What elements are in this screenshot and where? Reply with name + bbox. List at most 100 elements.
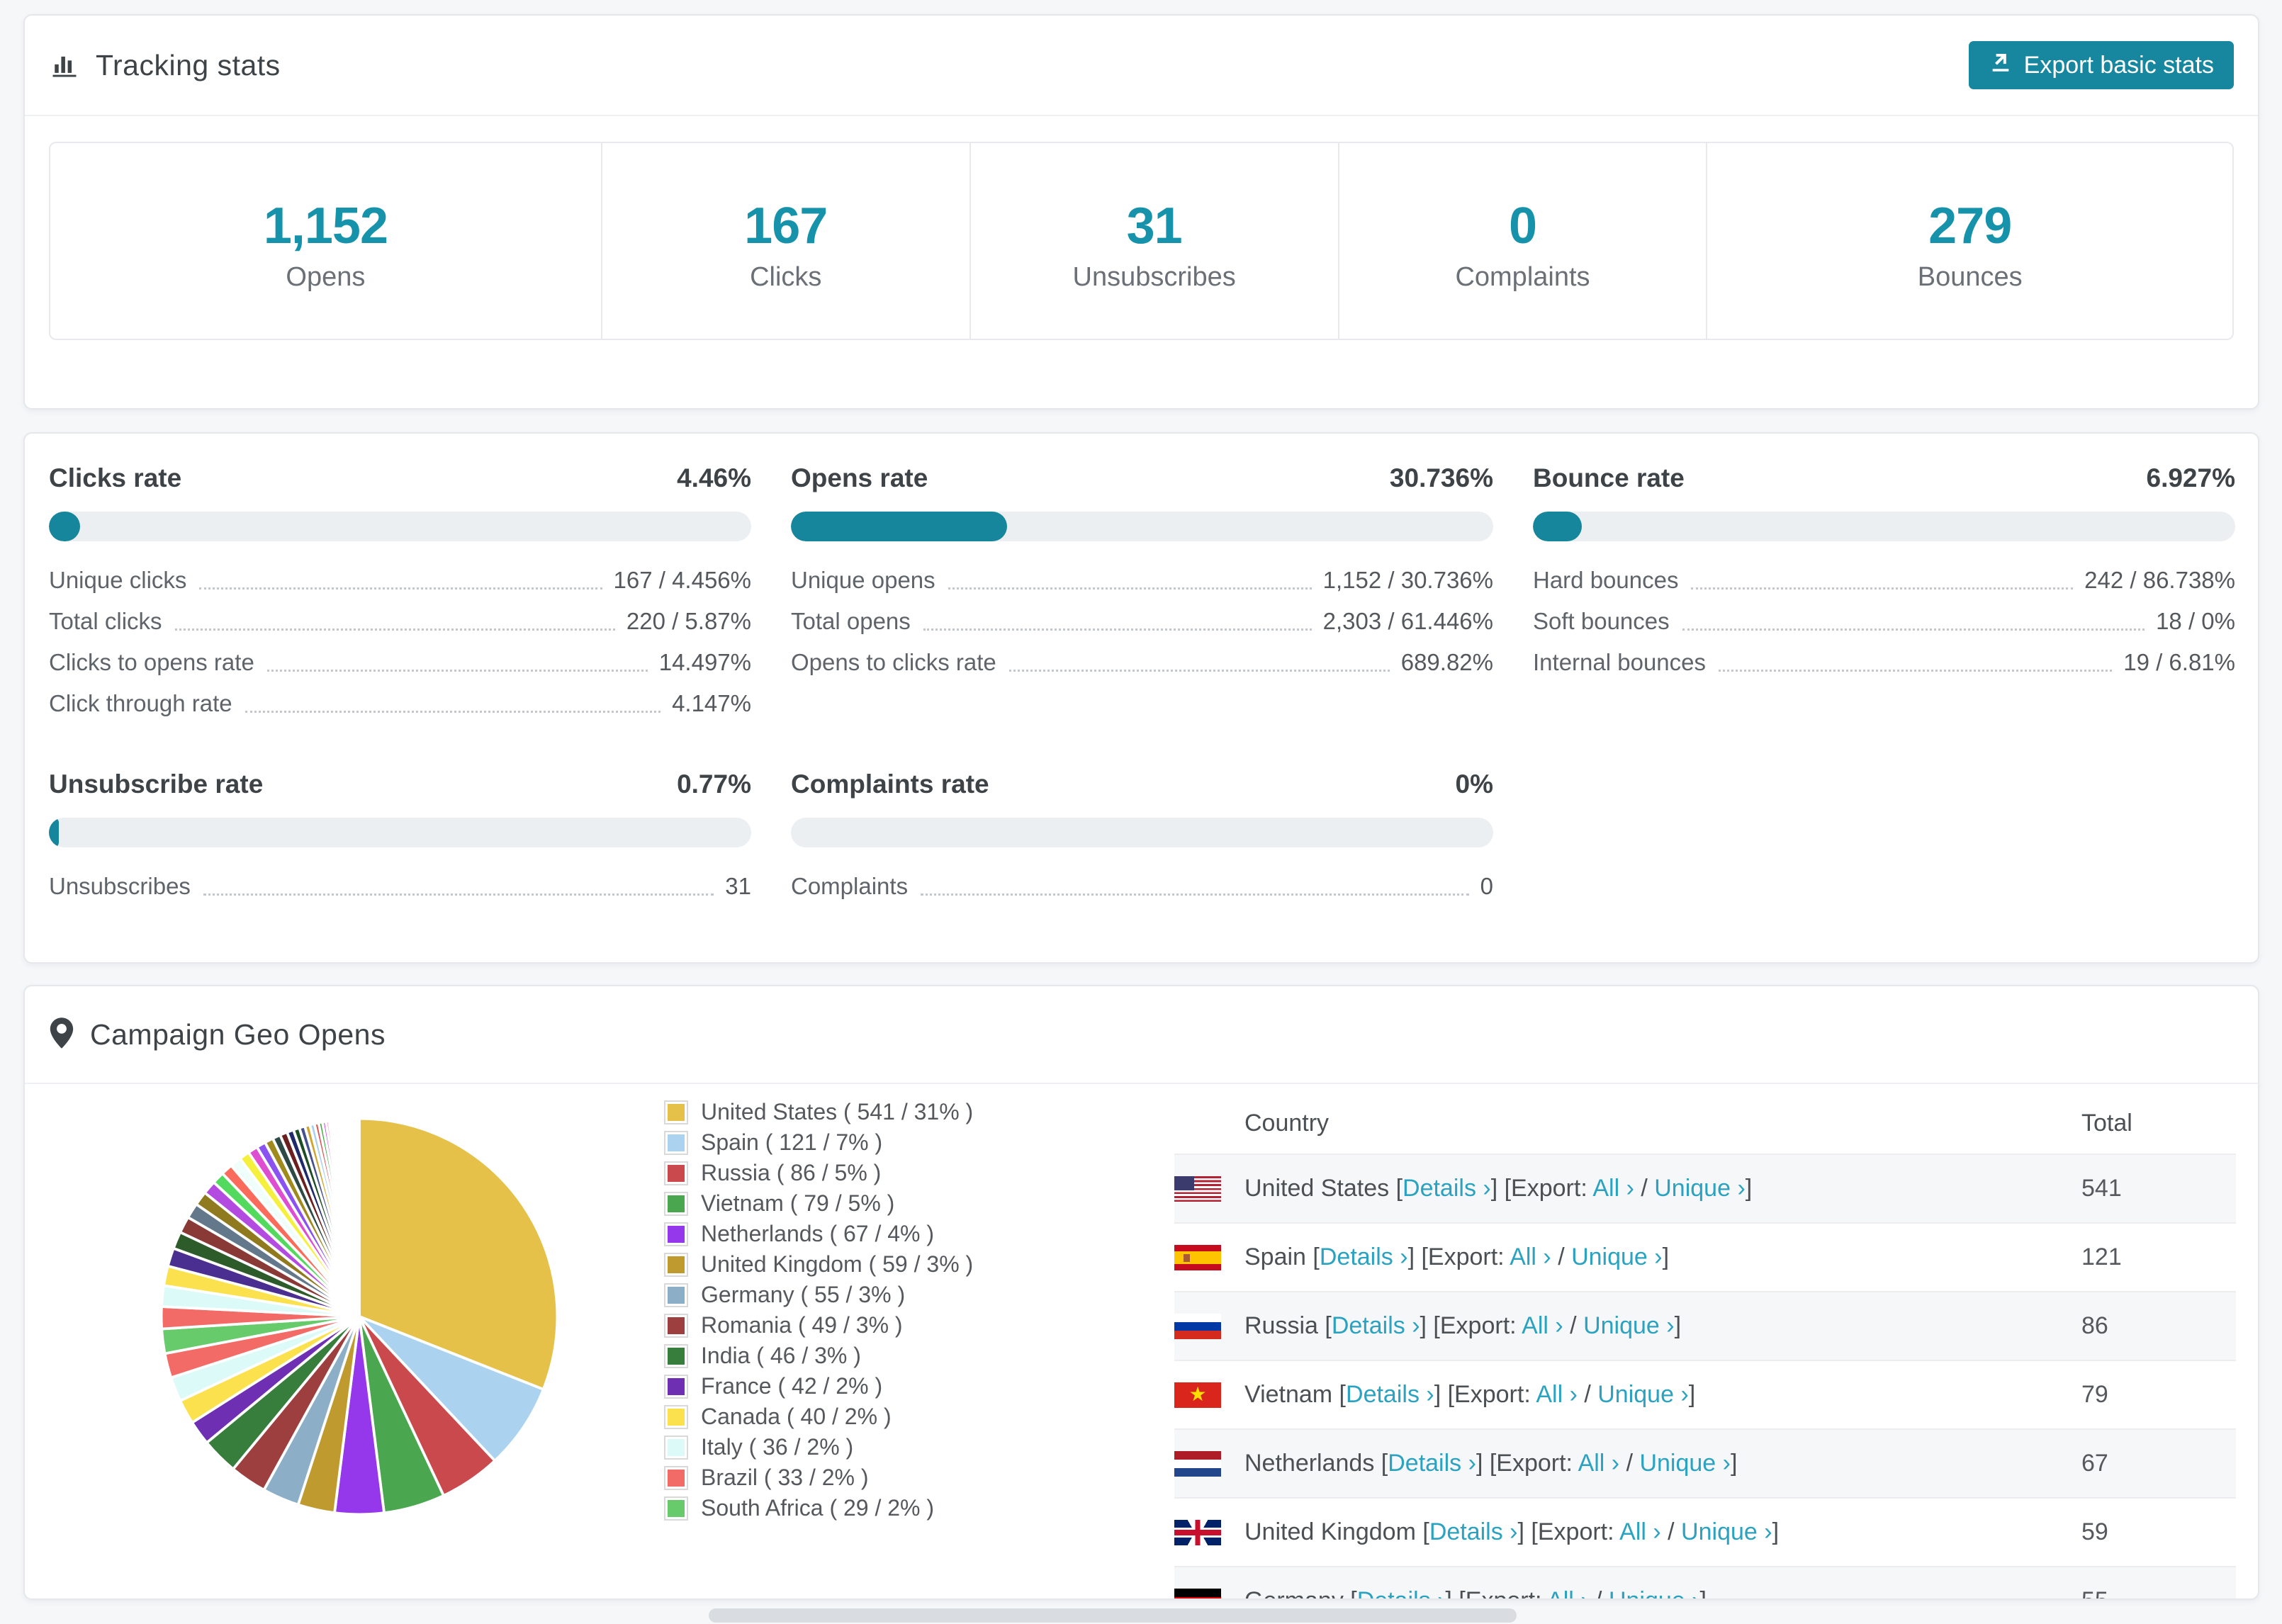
dotted-leader (203, 893, 714, 896)
legend-swatch-italy (664, 1435, 688, 1460)
export-unique-link-vietnam[interactable]: Unique › (1597, 1381, 1689, 1408)
legend-item-germany: Germany ( 55 / 3% ) (664, 1280, 973, 1310)
country-links-united-kingdom: United Kingdom [Details ›] [Export: All … (1244, 1518, 1780, 1545)
vn-flag-icon (1174, 1382, 1221, 1408)
geo-table-row-spain: Spain [Details ›] [Export: All › / Uniqu… (1174, 1222, 2236, 1291)
progress-bar-opens-rate (791, 512, 1493, 541)
geo-table-row-united-kingdom: United Kingdom [Details ›] [Export: All … (1174, 1497, 2236, 1566)
export-icon (1989, 50, 2013, 81)
legend-swatch-united-kingdom (664, 1252, 688, 1277)
geo-total-netherlands: 67 (2081, 1450, 2108, 1477)
legend-swatch-france (664, 1374, 688, 1399)
geo-total-united-states: 541 (2081, 1175, 2122, 1202)
legend-label-vietnam: Vietnam ( 79 / 5% ) (701, 1190, 895, 1216)
rate-section-opens-rate: Opens rate 30.736% Unique opens 1,152 / 30.… (791, 463, 1493, 724)
campaign-geo-opens-card: Campaign Geo Opens United States ( 541 /… (23, 985, 2259, 1600)
rate-row-soft-bounces: Soft bounces 18 / 0% (1533, 601, 2235, 642)
country-links-united-states: United States [Details ›] [Export: All ›… (1244, 1175, 1753, 1202)
geo-body: United States ( 541 / 31% ) Spain ( 121 /… (25, 1084, 2258, 1598)
rate-title-complaints-rate: Complaints rate (791, 769, 989, 799)
map-pin-icon (49, 1017, 74, 1053)
rates-grid: Clicks rate 4.46% Unique clicks 167 / 4.456… (25, 434, 2258, 907)
details-link-spain[interactable]: Details › (1320, 1244, 1408, 1270)
export-unique-link-netherlands[interactable]: Unique › (1639, 1450, 1731, 1477)
rate-section-unsubscribe-rate: Unsubscribe rate 0.77% Unsubscribes 31 (49, 769, 751, 907)
legend-swatch-germany (664, 1282, 688, 1307)
summary-value-opens: 1,152 (263, 198, 388, 254)
rate-row-value: 0 (1480, 873, 1493, 899)
export-all-link-united-kingdom[interactable]: All › (1619, 1518, 1661, 1545)
rate-row-clicks-to-opens-rate: Clicks to opens rate 14.497% (49, 642, 751, 683)
export-unique-link-spain[interactable]: Unique › (1571, 1244, 1663, 1270)
dotted-leader (244, 711, 661, 713)
legend-label-united-states: United States ( 541 / 31% ) (701, 1099, 974, 1124)
export-basic-stats-button[interactable]: Export basic stats (1968, 41, 2234, 89)
rate-rows-clicks-rate: Unique clicks 167 / 4.456% Total clicks 220… (49, 560, 751, 724)
export-all-link-germany[interactable]: All › (1547, 1587, 1589, 1598)
summary-card-opens: 1,152 Opens (50, 143, 602, 339)
rate-value-opens-rate: 30.736% (1389, 463, 1493, 492)
rate-section-complaints-rate: Complaints rate 0% Complaints 0 (791, 769, 1493, 907)
export-all-link-netherlands[interactable]: All › (1578, 1450, 1620, 1477)
bar-chart-icon (49, 48, 80, 83)
details-link-united-states[interactable]: Details › (1403, 1175, 1491, 1202)
details-link-united-kingdom[interactable]: Details › (1429, 1518, 1518, 1545)
export-all-link-russia[interactable]: All › (1522, 1312, 1563, 1339)
export-all-link-vietnam[interactable]: All › (1536, 1381, 1578, 1408)
rate-row-value: 14.497% (658, 649, 751, 675)
details-link-netherlands[interactable]: Details › (1388, 1450, 1476, 1477)
rate-title-opens-rate: Opens rate (791, 463, 928, 492)
rate-title-unsubscribe-rate: Unsubscribe rate (49, 769, 264, 799)
export-unique-link-germany[interactable]: Unique › (1609, 1587, 1700, 1598)
legend-swatch-vietnam (664, 1191, 688, 1216)
rate-row-label: Unsubscribes (49, 873, 191, 899)
legend-item-russia: Russia ( 86 / 5% ) (664, 1158, 973, 1188)
legend-item-south-africa: South Africa ( 29 / 2% ) (664, 1493, 973, 1523)
geo-country-cell-united-kingdom: United Kingdom [Details ›] [Export: All … (1174, 1518, 2081, 1546)
rate-header-clicks-rate: Clicks rate 4.46% (49, 463, 751, 493)
rate-row-label: Unique clicks (49, 567, 187, 593)
details-link-russia[interactable]: Details › (1332, 1312, 1420, 1339)
ru-flag-icon (1174, 1313, 1221, 1339)
dotted-leader (1682, 628, 2145, 631)
geo-country-cell-germany: Germany [Details ›] [Export: All › / Uni… (1174, 1587, 2081, 1598)
export-all-link-spain[interactable]: All › (1510, 1244, 1551, 1270)
country-links-vietnam: Vietnam [Details ›] [Export: All › / Uni… (1244, 1381, 1696, 1408)
progress-bar-unsubscribe-rate (49, 818, 751, 847)
progress-fill-unsubscribe-rate (49, 818, 59, 847)
rate-row-label: Total clicks (49, 608, 162, 634)
legend-swatch-canada (664, 1404, 688, 1429)
rate-row-unique-opens: Unique opens 1,152 / 30.736% (791, 560, 1493, 601)
rate-row-unsubscribes: Unsubscribes 31 (49, 866, 751, 907)
horizontal-scrollbar-thumb[interactable] (709, 1608, 1517, 1623)
details-link-vietnam[interactable]: Details › (1346, 1381, 1434, 1408)
rate-rows-bounce-rate: Hard bounces 242 / 86.738% Soft bounces 18 … (1533, 560, 2235, 683)
de-flag-icon (1174, 1588, 1221, 1598)
legend-label-russia: Russia ( 86 / 5% ) (701, 1160, 882, 1185)
rate-header-complaints-rate: Complaints rate 0% (791, 769, 1493, 799)
export-unique-link-united-states[interactable]: Unique › (1654, 1175, 1746, 1202)
geo-pie-svg (159, 1117, 559, 1516)
dotted-leader (174, 628, 615, 631)
summary-label-complaints: Complaints (1455, 262, 1590, 292)
export-all-link-united-states[interactable]: All › (1592, 1175, 1634, 1202)
details-link-germany[interactable]: Details › (1357, 1587, 1446, 1598)
export-unique-link-united-kingdom[interactable]: Unique › (1681, 1518, 1772, 1545)
legend-label-spain: Spain ( 121 / 7% ) (701, 1129, 883, 1155)
rate-row-value: 689.82% (1400, 649, 1493, 675)
rate-title-bounce-rate: Bounce rate (1533, 463, 1685, 492)
summary-label-opens: Opens (286, 262, 366, 292)
dotted-leader (923, 628, 1312, 631)
geo-total-spain: 121 (2081, 1244, 2122, 1270)
rate-row-value: 1,152 / 30.736% (1322, 567, 1493, 593)
export-unique-link-russia[interactable]: Unique › (1583, 1312, 1675, 1339)
geo-country-cell-united-states: United States [Details ›] [Export: All ›… (1174, 1175, 2081, 1202)
legend-label-italy: Italy ( 36 / 2% ) (701, 1434, 854, 1460)
rate-rows-complaints-rate: Complaints 0 (791, 866, 1493, 907)
legend-swatch-netherlands (664, 1222, 688, 1246)
legend-label-united-kingdom: United Kingdom ( 59 / 3% ) (701, 1251, 974, 1277)
geo-header: Campaign Geo Opens (25, 986, 2258, 1084)
geo-total-vietnam: 79 (2081, 1381, 2108, 1408)
geo-table: Country Total United States [Details ›] … (1174, 1093, 2236, 1598)
geo-country-cell-spain: Spain [Details ›] [Export: All › / Uniqu… (1174, 1244, 2081, 1271)
